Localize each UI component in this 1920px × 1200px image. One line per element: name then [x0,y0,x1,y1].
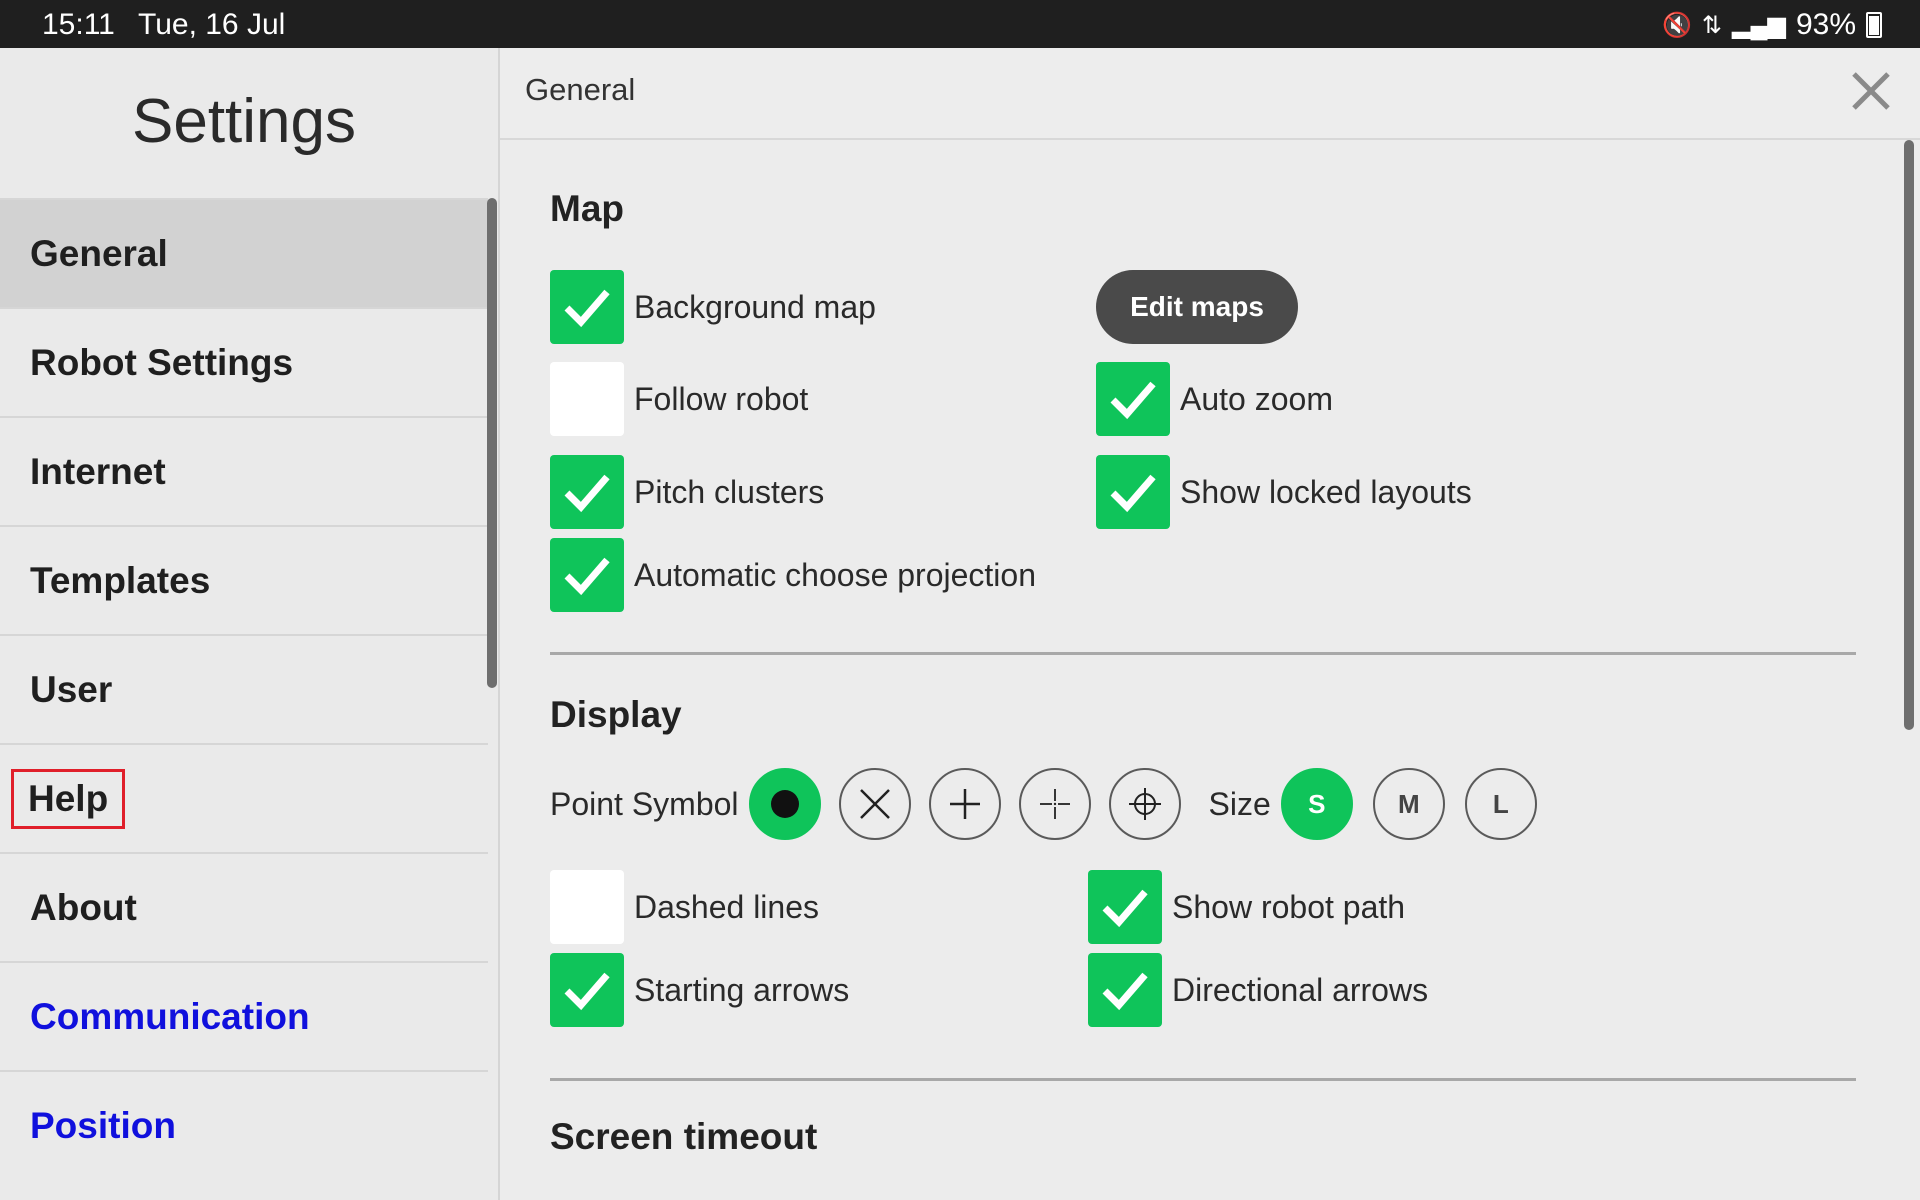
directional-arrows-label: Directional arrows [1172,971,1429,1008]
directional-arrows-option[interactable]: Directional arrows [1088,953,1428,1027]
sidebar-item-about[interactable]: About [0,852,488,961]
sidebar-item-communication[interactable]: Communication [0,961,488,1070]
sidebar-item-label: Communication [30,995,310,1037]
symbol-crosshair-button[interactable] [1108,768,1181,840]
signal-icon: ▂▄▆ [1732,11,1786,39]
point-symbol-label: Point Symbol [550,785,739,822]
edit-maps-button[interactable]: Edit maps [1096,270,1298,344]
size-label: Size [1208,785,1271,822]
follow-robot-label: Follow robot [634,380,809,417]
sidebar-item-internet[interactable]: Internet [0,416,488,525]
point-symbol-row: Point Symbol Size S M L [550,768,1557,840]
status-time: 15:11 [42,8,115,41]
section-divider [550,652,1856,655]
main-scrollbar[interactable] [1904,140,1914,730]
plus-icon [949,789,980,819]
dashed-lines-label: Dashed lines [634,888,819,925]
directional-arrows-checkbox[interactable] [1088,953,1162,1027]
display-section-title: Display [550,694,682,735]
auto-projection-option[interactable]: Automatic choose projection [550,538,1036,612]
background-map-label: Background map [634,288,876,325]
starting-arrows-checkbox[interactable] [550,953,624,1027]
size-l-button[interactable]: L [1464,768,1537,840]
sidebar-item-label: General [30,232,168,274]
thin-cross-icon [1039,789,1070,819]
symbol-x-button[interactable] [838,768,911,840]
sidebar-item-robot-settings[interactable]: Robot Settings [0,307,488,416]
settings-sidebar: Settings General Robot Settings Internet… [0,48,500,1200]
checkmark-icon [564,557,610,596]
sidebar-nav: General Robot Settings Internet Template… [0,198,488,1179]
sidebar-item-label: Position [30,1104,176,1146]
checkmark-icon [1110,474,1156,513]
sidebar-item-label: Help [10,768,126,829]
status-icons: 🔇 ⇅ ▂▄▆ 93% [1662,8,1882,42]
size-s-button[interactable]: S [1280,768,1353,840]
panel-title: General [525,72,636,107]
show-robot-path-option[interactable]: Show robot path [1088,870,1405,944]
symbol-dot-button[interactable] [748,768,821,840]
sidebar-item-templates[interactable]: Templates [0,525,488,634]
sidebar-item-label: About [30,886,137,928]
follow-robot-option[interactable]: Follow robot [550,362,808,436]
battery-icon [1866,12,1882,38]
starting-arrows-option[interactable]: Starting arrows [550,953,849,1027]
sidebar-scrollbar[interactable] [487,198,497,688]
close-button[interactable] [1842,62,1900,120]
sidebar-item-user[interactable]: User [0,634,488,743]
checkmark-icon [564,289,610,328]
screen-timeout-section-title: Screen timeout [550,1116,818,1157]
crosshair-icon [1128,788,1161,820]
sidebar-item-help[interactable]: Help [0,743,488,852]
dashed-lines-option[interactable]: Dashed lines [550,870,819,944]
section-divider [550,1078,1856,1081]
auto-projection-label: Automatic choose projection [634,556,1036,593]
sidebar-item-label: Internet [30,450,166,492]
symbol-plus-button[interactable] [928,768,1001,840]
x-circle-icon [859,789,890,819]
close-icon [1852,72,1890,110]
checkmark-icon [1110,381,1156,420]
sidebar-item-label: User [30,668,113,710]
pitch-clusters-label: Pitch clusters [634,473,825,510]
sidebar-title: Settings [131,87,357,156]
sidebar-item-label: Robot Settings [30,341,294,383]
pitch-clusters-checkbox[interactable] [550,455,624,529]
pitch-clusters-option[interactable]: Pitch clusters [550,455,824,529]
sidebar-item-label: Templates [30,559,211,601]
auto-projection-checkbox[interactable] [550,538,624,612]
map-section-title: Map [550,188,624,229]
status-bar: 15:11 Tue, 16 Jul 🔇 ⇅ ▂▄▆ 93% [0,0,1920,48]
settings-main-panel: General Map Background map Edit maps Fol… [500,48,1920,1200]
network-4g-icon: ⇅ [1701,11,1723,39]
follow-robot-checkbox[interactable] [550,362,624,436]
background-map-checkbox[interactable] [550,270,624,344]
sidebar-item-position[interactable]: Position [0,1070,488,1179]
sidebar-item-general[interactable]: General [0,198,488,307]
status-date: Tue, 16 Jul [138,8,286,41]
auto-zoom-label: Auto zoom [1180,380,1333,417]
show-locked-layouts-checkbox[interactable] [1096,455,1170,529]
auto-zoom-option[interactable]: Auto zoom [1096,362,1333,436]
show-locked-layouts-option[interactable]: Show locked layouts [1096,455,1472,529]
show-robot-path-label: Show robot path [1172,888,1406,925]
mute-icon: 🔇 [1662,11,1692,39]
battery-percent: 93% [1795,8,1856,41]
checkmark-icon [1102,889,1148,928]
checkmark-icon [1102,972,1148,1011]
checkmark-icon [564,474,610,513]
panel-header: General [500,48,1920,140]
show-locked-layouts-label: Show locked layouts [1180,473,1472,510]
symbol-thin-cross-button[interactable] [1018,768,1091,840]
auto-zoom-checkbox[interactable] [1096,362,1170,436]
dashed-lines-checkbox[interactable] [550,870,624,944]
filled-dot-icon [770,790,799,818]
size-m-button[interactable]: M [1372,768,1445,840]
checkmark-icon [564,972,610,1011]
starting-arrows-label: Starting arrows [634,971,850,1008]
show-robot-path-checkbox[interactable] [1088,870,1162,944]
background-map-option[interactable]: Background map [550,270,876,344]
